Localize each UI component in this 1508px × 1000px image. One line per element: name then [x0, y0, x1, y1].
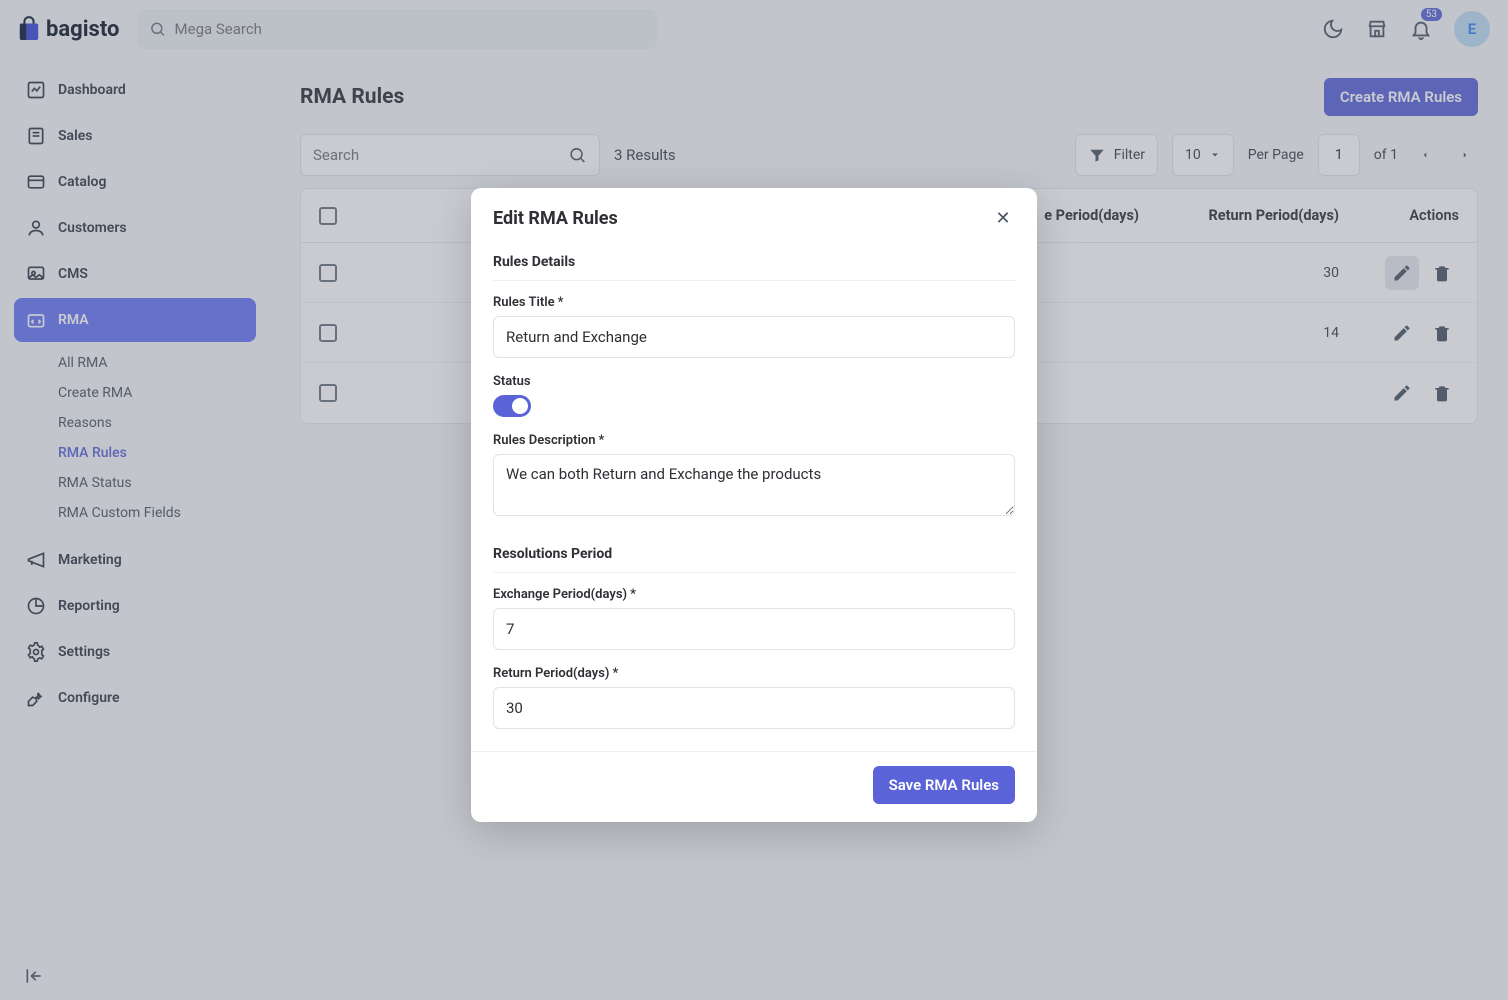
edit-rma-rules-modal: Edit RMA Rules ✕ Rules Details Rules Tit… [471, 188, 1037, 822]
rules-title-label: Rules Title* [493, 295, 1015, 310]
status-label: Status [493, 374, 1015, 389]
rules-title-input[interactable] [493, 316, 1015, 358]
modal-close-button[interactable]: ✕ [991, 206, 1015, 230]
rules-desc-input[interactable] [493, 454, 1015, 516]
rules-desc-label: Rules Description* [493, 433, 1015, 448]
return-period-label: Return Period(days)* [493, 666, 1015, 681]
status-toggle[interactable] [493, 395, 531, 417]
exchange-period-label: Exchange Period(days)* [493, 587, 1015, 602]
modal-title: Edit RMA Rules [493, 208, 618, 229]
exchange-period-input[interactable] [493, 608, 1015, 650]
modal-overlay[interactable]: Edit RMA Rules ✕ Rules Details Rules Tit… [0, 0, 1508, 1000]
save-rma-rules-button[interactable]: Save RMA Rules [873, 766, 1015, 804]
close-icon: ✕ [995, 208, 1010, 229]
section-rules-details: Rules Details [493, 244, 1015, 281]
return-period-input[interactable] [493, 687, 1015, 729]
section-resolutions: Resolutions Period [493, 536, 1015, 573]
